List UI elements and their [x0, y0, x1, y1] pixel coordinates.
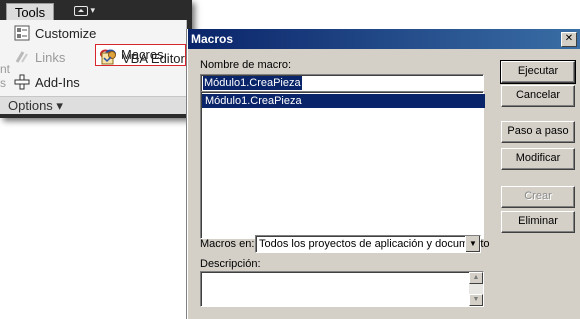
customize-command[interactable]: Customize	[14, 25, 96, 43]
run-button[interactable]: Ejecutar	[500, 60, 576, 84]
edit-button[interactable]: Modificar	[501, 148, 575, 170]
vba-editor-label: VBA Editor	[122, 51, 185, 66]
links-command[interactable]: Links	[14, 49, 65, 67]
macro-name-value: Módulo1.CreaPieza	[203, 76, 302, 90]
ribbon-panel-body: nt s Customize Links Add-Ins Macros VBA …	[0, 20, 187, 96]
description-label: Descripción:	[200, 258, 261, 270]
delete-button[interactable]: Eliminar	[501, 211, 575, 233]
customize-label: Customize	[35, 26, 97, 41]
vba-editor-command[interactable]: VBA Editor	[101, 50, 185, 68]
macros-in-label: Macros en:	[200, 238, 255, 250]
chevron-down-icon[interactable]: ▼	[465, 236, 480, 252]
links-icon	[14, 49, 30, 65]
scroll-down-icon[interactable]: ▼	[469, 294, 483, 306]
macro-name-input[interactable]: Módulo1.CreaPieza	[200, 74, 484, 92]
vba-editor-icon	[101, 50, 117, 66]
options-panel-footer[interactable]: Options ▾	[0, 96, 187, 114]
links-label: Links	[35, 50, 66, 65]
dialog-titlebar[interactable]: Macros ✕	[188, 29, 580, 49]
create-button[interactable]: Crear	[501, 186, 575, 208]
macros-in-value: Todos los proyectos de aplicación y docu…	[259, 238, 490, 250]
description-scrollbar[interactable]: ▲ ▼	[469, 272, 483, 306]
addins-label: Add-Ins	[35, 75, 80, 90]
macros-dialog: Macros ✕ Nombre de macro: Módulo1.CreaPi…	[187, 29, 580, 319]
addins-command[interactable]: Add-Ins	[14, 74, 80, 92]
plus-icon	[14, 74, 30, 90]
options-label: Options ▾	[8, 98, 63, 113]
step-into-button[interactable]: Paso a paso	[501, 121, 575, 143]
scroll-up-icon[interactable]: ▲	[469, 272, 483, 284]
tools-ribbon-panel: Tools ▾ nt s Customize Links Add-Ins Mac…	[0, 0, 192, 118]
description-box[interactable]: ▲ ▼	[200, 271, 484, 307]
ribbon-tab-strip: Tools ▾	[0, 0, 192, 22]
panel-dropdown-icon[interactable]: ▾	[74, 4, 98, 16]
macros-in-select[interactable]: Todos los proyectos de aplicación y docu…	[255, 235, 490, 253]
clipped-side-label: nt s	[0, 62, 11, 90]
dialog-title: Macros	[191, 32, 234, 46]
customize-icon	[14, 25, 30, 41]
macro-name-label: Nombre de macro:	[200, 59, 292, 71]
cancel-button[interactable]: Cancelar	[501, 85, 575, 107]
list-item[interactable]: Módulo1.CreaPieza	[202, 94, 485, 108]
macro-list[interactable]: Módulo1.CreaPieza	[200, 91, 485, 239]
close-button[interactable]: ✕	[561, 32, 577, 47]
